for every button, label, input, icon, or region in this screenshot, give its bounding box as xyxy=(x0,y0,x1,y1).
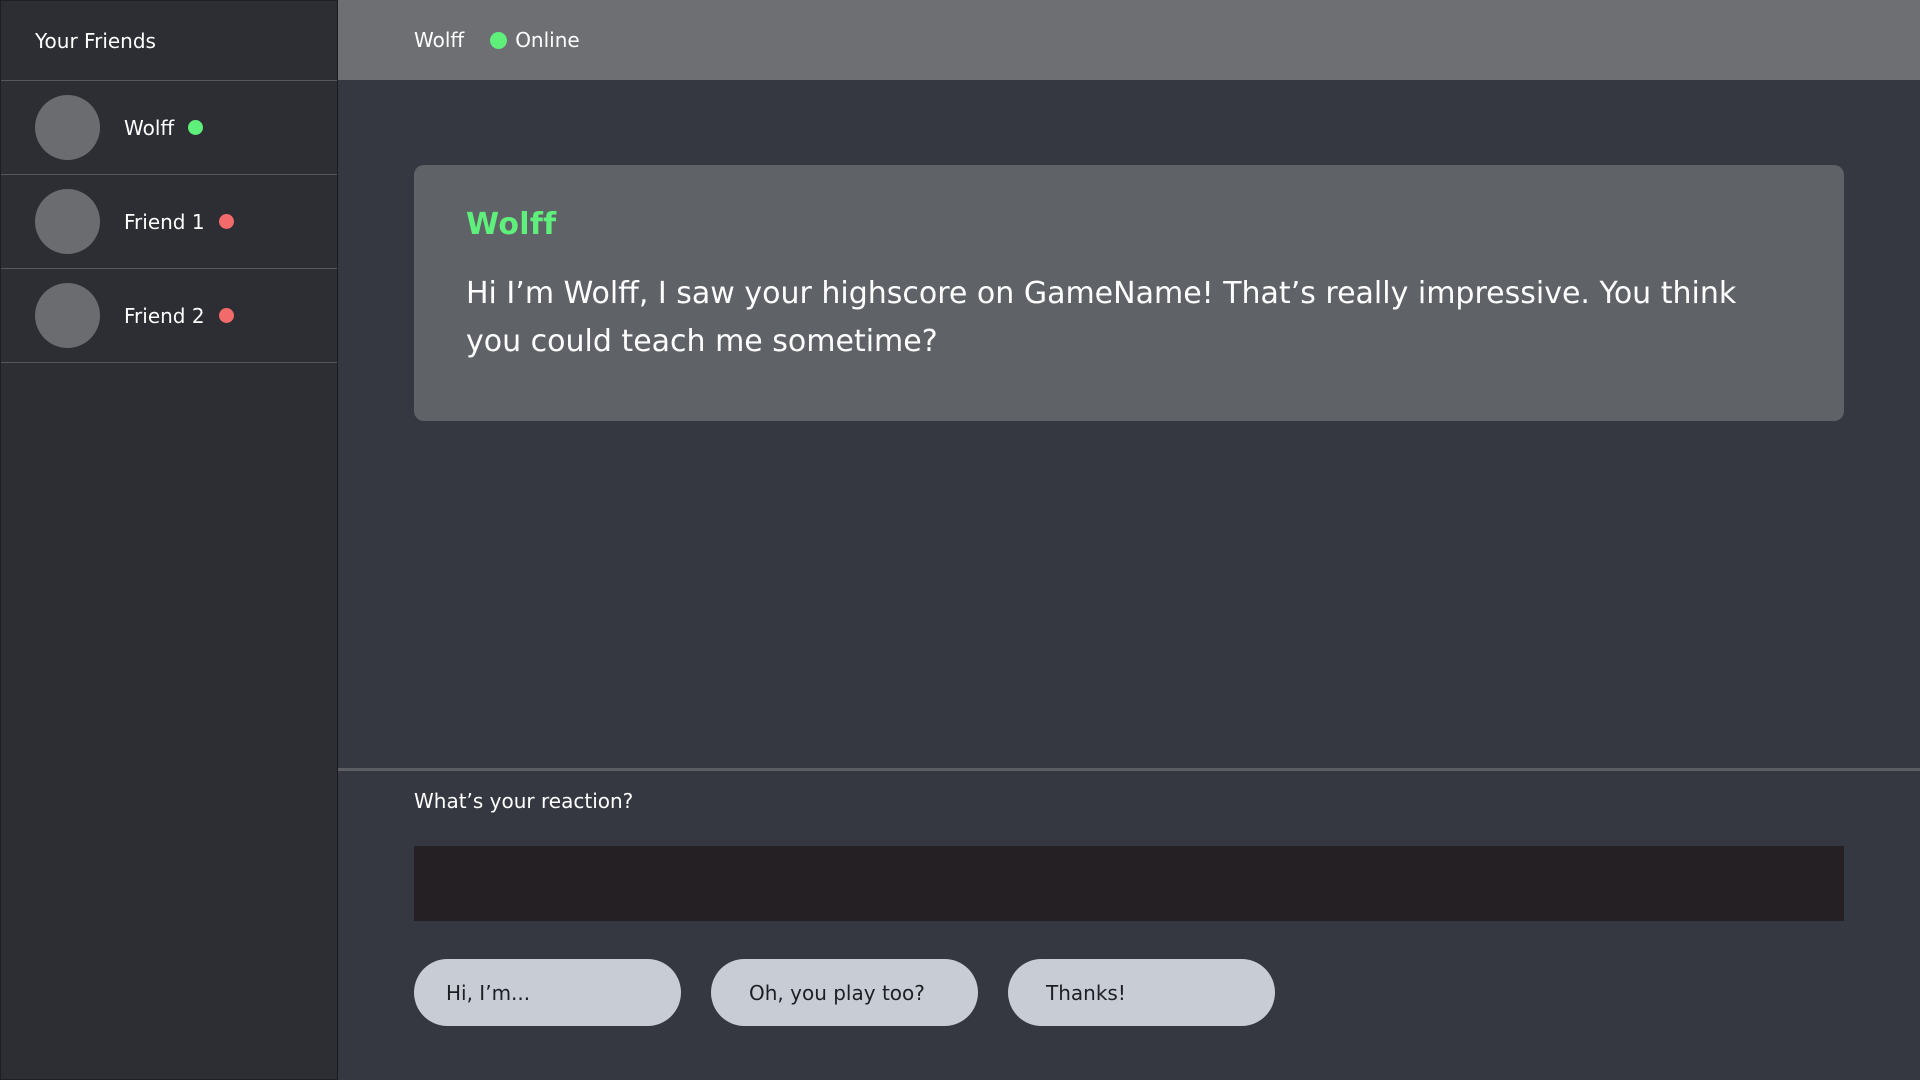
online-status-dot xyxy=(188,120,204,135)
quick-reply-thanks-button[interactable]: Thanks! xyxy=(1008,959,1275,1026)
message-text: Hi I’m Wolff, I saw your highscore on Ga… xyxy=(466,276,1737,359)
message-bubble: Wolff Hi I’m Wolff, I saw your highscore… xyxy=(414,165,1844,421)
friend-item-friend-2[interactable]: Friend 2 xyxy=(1,269,337,363)
reaction-input[interactable] xyxy=(414,846,1844,921)
offline-status-dot xyxy=(218,214,234,229)
quick-reply-hi-button[interactable]: Hi, I’m... xyxy=(414,959,681,1026)
reaction-panel: What’s your reaction? Hi, I’m... Oh, you… xyxy=(338,768,1920,1080)
contact-status-text: Online xyxy=(515,28,580,52)
online-status-dot xyxy=(490,31,508,49)
offline-status-dot xyxy=(218,308,234,323)
quick-reply-play-too-button[interactable]: Oh, you play too? xyxy=(711,959,978,1026)
avatar xyxy=(35,95,100,160)
friends-sidebar: Your Friends Wolff Friend 1 Friend 2 xyxy=(0,0,338,1080)
chat-app: Your Friends Wolff Friend 1 Friend 2 Wol… xyxy=(0,0,1920,1080)
avatar xyxy=(35,189,100,254)
chat-header: Wolff Online xyxy=(338,0,1920,80)
avatar xyxy=(35,283,100,348)
sidebar-title: Your Friends xyxy=(1,1,337,81)
friend-name: Friend 2 xyxy=(124,303,205,328)
reaction-prompt: What’s your reaction? xyxy=(414,789,634,813)
friend-name: Wolff xyxy=(124,115,175,140)
chat-contact-name: Wolff xyxy=(414,28,465,52)
chat-messages-area: Wolff Hi I’m Wolff, I saw your highscore… xyxy=(338,80,1920,770)
quick-replies: Hi, I’m... Oh, you play too? Thanks! xyxy=(414,959,1275,1026)
friend-item-friend-1[interactable]: Friend 1 xyxy=(1,175,337,269)
friend-name: Friend 1 xyxy=(124,209,205,234)
message-sender: Wolff xyxy=(466,207,557,242)
friend-item-wolff[interactable]: Wolff xyxy=(1,81,337,175)
